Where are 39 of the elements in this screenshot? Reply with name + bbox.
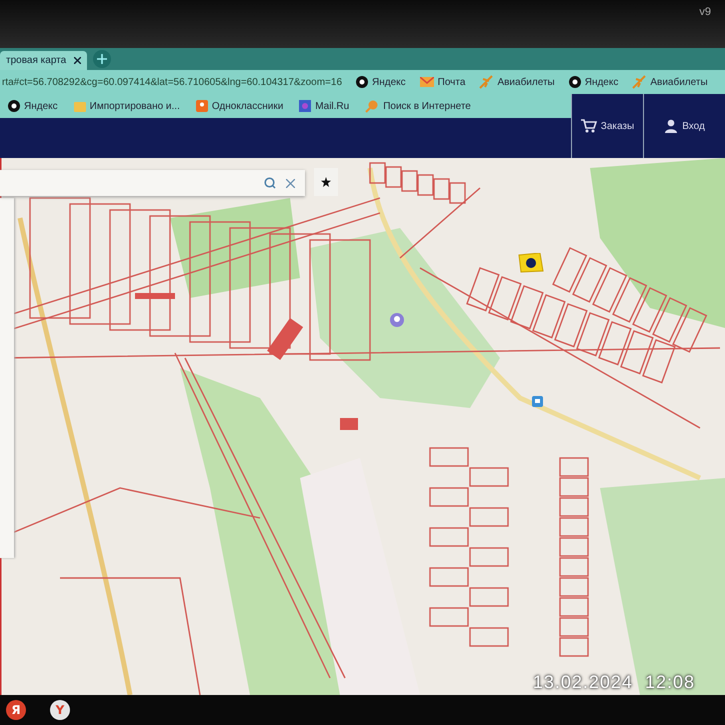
place-icon bbox=[390, 313, 404, 327]
airplane-icon bbox=[632, 75, 646, 89]
circle-logo-icon bbox=[8, 100, 20, 112]
bookmark-link[interactable]: Поиск в Интернете bbox=[365, 99, 471, 113]
bookmark-link[interactable]: Почта bbox=[420, 76, 466, 88]
bookmark-link[interactable]: Яндекс bbox=[356, 76, 406, 88]
version-label: v9 bbox=[699, 6, 711, 18]
user-icon bbox=[664, 119, 678, 133]
bookmark-link[interactable]: Яндекс bbox=[568, 76, 618, 88]
app-icon[interactable]: Я bbox=[6, 700, 26, 720]
circle-logo-icon bbox=[568, 76, 581, 88]
bookmark-link[interactable]: Яндекс bbox=[8, 100, 58, 112]
bookmark-link[interactable]: Mail.Ru bbox=[299, 100, 350, 112]
search-field[interactable] bbox=[0, 170, 305, 196]
browser-tab[interactable]: тровая карта bbox=[0, 51, 88, 70]
app-icon[interactable]: Y bbox=[50, 700, 70, 720]
square-logo-icon bbox=[196, 100, 208, 112]
close-icon[interactable] bbox=[74, 57, 82, 64]
bookmark-link[interactable]: Одноклассники bbox=[196, 100, 284, 112]
square-logo-icon bbox=[299, 100, 312, 112]
new-tab-icon[interactable] bbox=[93, 50, 112, 68]
address-field[interactable]: rta#ct=56.708292&cg=60.097414&lat=56.710605&lng=60.104317&zoom=16 bbox=[2, 76, 342, 88]
envelope-icon bbox=[420, 77, 434, 87]
bookmark-link[interactable]: Авиабилеты bbox=[632, 75, 708, 89]
search-icon[interactable] bbox=[264, 177, 276, 189]
header-button[interactable]: Заказы bbox=[571, 94, 643, 158]
map-marker-icon[interactable] bbox=[518, 253, 544, 273]
airplane-icon bbox=[479, 75, 494, 89]
folder-icon bbox=[74, 100, 86, 112]
cart-icon bbox=[580, 119, 597, 133]
timestamp: 13.02.2024 12:08 bbox=[532, 672, 695, 693]
header-button[interactable]: Вход bbox=[643, 94, 725, 158]
pin-icon bbox=[365, 99, 380, 113]
star-icon bbox=[321, 177, 331, 187]
bookmark-link[interactable]: Импортировано и... bbox=[74, 100, 180, 112]
bookmark-link[interactable]: Авиабилеты bbox=[479, 75, 555, 89]
circle-logo-icon bbox=[356, 76, 368, 88]
favorite-button[interactable] bbox=[314, 168, 338, 196]
bus-stop-icon bbox=[532, 396, 543, 407]
